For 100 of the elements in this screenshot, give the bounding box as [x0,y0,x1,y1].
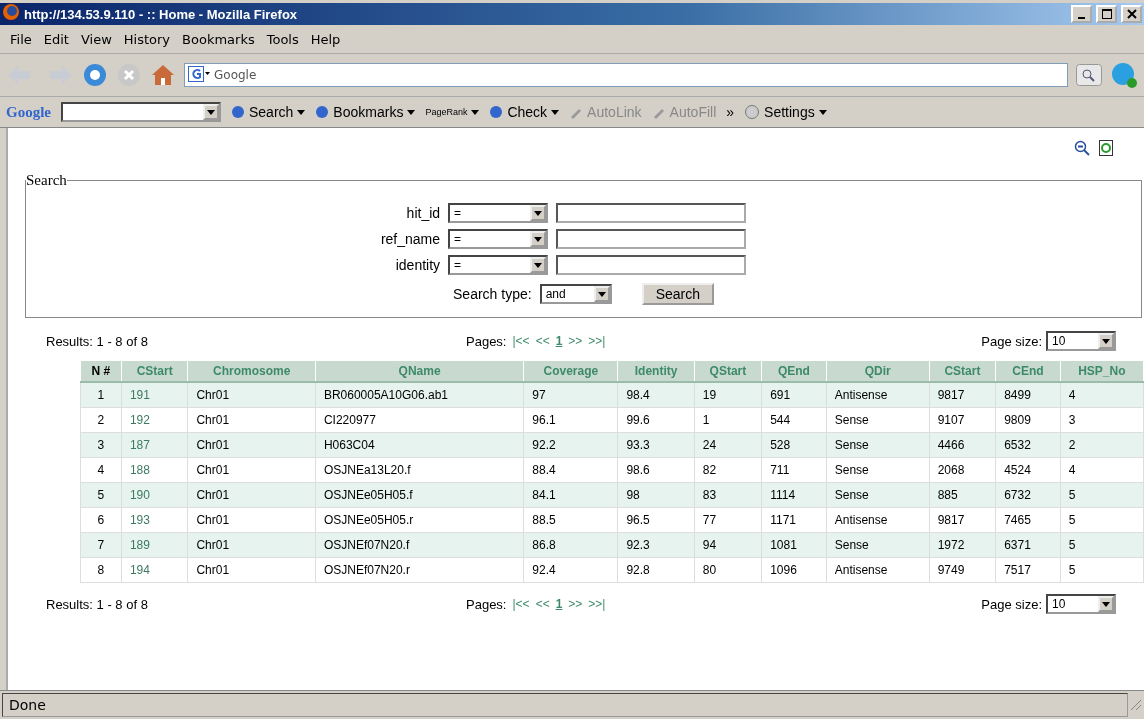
table-cell: Chr01 [187,557,316,583]
pager-link[interactable]: >>| [588,334,606,348]
column-header[interactable]: CStart [121,360,188,382]
table-cell: Chr01 [187,407,316,433]
menu-item[interactable]: Edit [37,31,75,47]
pages-label: Pages: [466,333,507,349]
caret-icon[interactable] [534,210,543,216]
menu-item[interactable]: History [117,31,177,47]
status-text: Done [2,693,1128,717]
table-cell: Chr01 [187,382,316,408]
pager-link[interactable]: >> [568,334,583,348]
pager-link[interactable]: >> [568,597,583,611]
minimize-button[interactable] [1071,5,1092,23]
table-cell: 5 [1060,507,1144,533]
toolbar-button[interactable]: PageRank [425,107,480,117]
table-link[interactable]: 188 [121,457,188,483]
table-cell: 4 [1060,457,1144,483]
pager-link[interactable]: >>| [588,597,606,611]
menu-item[interactable]: Help [304,31,347,47]
pager-link[interactable]: |<< [512,334,530,348]
operator-select[interactable]: = [448,203,549,223]
toolbar-button[interactable]: Settings [744,104,827,120]
table-cell: 5 [1060,557,1144,583]
operator-select[interactable]: = [448,255,549,275]
input-field[interactable] [556,203,747,223]
toolbar-button[interactable]: Check [489,104,560,120]
caret-icon[interactable] [207,109,215,115]
table-cell: 3 [80,432,122,458]
table-link[interactable]: 192 [121,407,188,433]
more-chevron[interactable]: » [726,104,735,120]
operator-select[interactable]: = [448,229,549,249]
caret-icon[interactable] [1102,338,1110,344]
table-cell: 6 [80,507,122,533]
toolbar-search-field[interactable] [61,102,221,122]
home-icon[interactable] [150,63,176,87]
input-field[interactable] [556,229,747,249]
search-button[interactable]: Search [641,283,714,305]
pager-link[interactable]: 1 [555,334,563,348]
caret-icon[interactable] [1102,601,1110,607]
menu-item[interactable]: View [74,31,118,47]
table-cell: Antisense [826,382,930,408]
table-cell: 544 [761,407,827,433]
pager-link[interactable]: 1 [555,597,563,611]
toolbar-icon [231,105,245,119]
pager-link[interactable]: << [535,334,550,348]
caret-icon[interactable] [534,236,543,242]
column-header[interactable]: Coverage [523,360,618,382]
table-cell: 7465 [995,507,1061,533]
table-cell: Chr01 [187,457,316,483]
table-link[interactable]: 193 [121,507,188,533]
column-header[interactable]: N # [80,360,122,382]
maximize-icon[interactable] [1101,9,1112,19]
table-cell: 1096 [761,557,827,583]
menu-item[interactable]: File [4,31,38,47]
table-link[interactable]: 194 [121,557,188,583]
pager-link[interactable]: << [535,597,550,611]
menu-item[interactable]: Bookmarks [176,31,261,47]
table-cell: 5 [1060,532,1144,558]
address-bar[interactable]: Google [184,63,1068,87]
column-header[interactable]: QEnd [761,360,827,382]
input-field[interactable] [556,255,747,275]
pager-link[interactable]: |<< [512,597,530,611]
column-header[interactable]: HSP_No [1060,360,1144,382]
column-header[interactable]: QDir [826,360,930,382]
page-size-select[interactable]: 10 [1046,331,1116,351]
column-header[interactable]: QStart [694,360,762,382]
results-summary: Results: 1 - 8 of 8 [46,333,149,349]
caret-icon[interactable] [471,109,480,115]
maximize-button[interactable] [1096,5,1117,23]
close-icon[interactable] [1126,9,1137,19]
magnifier-icon[interactable] [1076,64,1102,86]
caret-icon[interactable] [597,291,606,297]
close-button[interactable] [1121,5,1142,23]
caret-icon[interactable] [407,109,416,115]
column-header[interactable]: Chromosome [187,360,316,382]
table-cell: OSJNEe05H05.r [315,507,524,533]
column-header[interactable]: CEnd [995,360,1061,382]
column-header[interactable]: Identity [617,360,695,382]
toolbar-button[interactable]: Search [231,104,306,120]
page-size-select[interactable]: 10 [1046,594,1116,614]
fieldset-legend: Search [26,172,67,189]
table-cell: 99.6 [617,407,695,433]
caret-icon[interactable] [551,109,560,115]
table-cell: 96.1 [523,407,618,433]
caret-icon[interactable] [534,262,543,268]
table-cell: OSJNEe05H05.f [315,482,524,508]
search-type-select[interactable]: and [539,284,612,304]
column-header[interactable]: CStart [929,360,996,382]
toolbar-button[interactable]: Bookmarks [315,104,416,120]
field-label: identity [394,257,441,273]
menu-item[interactable]: Tools [260,31,305,47]
reload-icon[interactable] [82,62,108,88]
caret-icon[interactable] [297,109,306,115]
table-cell: Chr01 [187,432,316,458]
caret-icon[interactable] [818,109,827,115]
google-icon [188,65,210,85]
table-cell: 4 [80,457,122,483]
column-header[interactable]: QName [315,360,524,382]
table-cell: Sense [826,432,930,458]
page-size-label: Page size: [981,596,1042,612]
